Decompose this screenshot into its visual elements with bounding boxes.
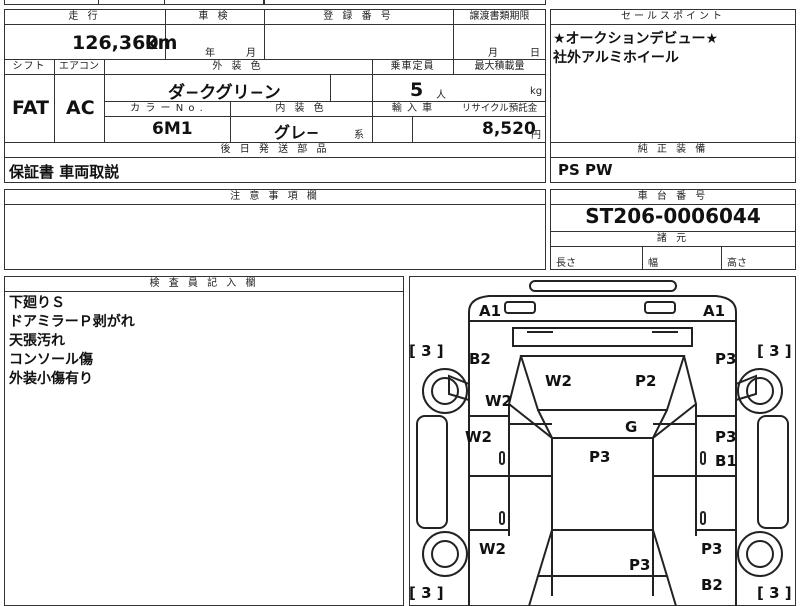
sales-point-item: ★オークションデビュー★ <box>553 31 719 47</box>
mark-roof-panel: P3 <box>589 448 610 466</box>
deadline-header: 譲渡書類期限 <box>469 11 530 22</box>
inspector-header: 検 査 員 記 入 欄 <box>149 278 259 289</box>
exterior-color-value: ダ−クグリ−ン <box>168 83 281 103</box>
mileage-header: 走 行 <box>68 11 101 22</box>
mark-right-rear-door: P3 <box>701 540 722 558</box>
front-left-wheel <box>422 368 468 414</box>
rear-right-wheel <box>737 531 783 577</box>
capacity-value: 5 <box>410 79 424 101</box>
capacity-unit: 人 <box>436 90 446 101</box>
sales-point-header: セールスポイント <box>621 11 725 22</box>
front-bumper <box>529 280 677 292</box>
inspector-note: 天張汚れ <box>9 333 65 349</box>
capacity-header: 乗車定員 <box>390 61 435 72</box>
deadline-month-unit: 月 <box>488 48 498 59</box>
mark-right-front-door-2: B1 <box>715 452 737 470</box>
mark-right-front-door: P3 <box>715 428 736 446</box>
inspector-note: 下廻りＳ <box>9 295 65 311</box>
mark-front-left: A1 <box>479 302 501 320</box>
standard-equipment-value: PS PW <box>558 161 613 179</box>
recycle-value: 8,520 <box>482 119 536 139</box>
right-headlight <box>644 301 676 314</box>
max-load-header: 最大積載量 <box>474 61 525 72</box>
front-right-wheel <box>737 368 783 414</box>
color-no-header: カ ラ ー N o . <box>130 103 204 114</box>
notes-header: 注 意 事 項 欄 <box>230 191 320 202</box>
mark-right-rear-fender: B2 <box>701 576 723 594</box>
inspector-note: ドアミラーＰ剥がれ <box>9 314 135 330</box>
interior-color-header: 内 装 色 <box>275 103 327 114</box>
shift-header: シフト <box>12 61 46 72</box>
mark-left-front-door-window: W2 <box>465 428 492 446</box>
chassis-header: 車 台 番 号 <box>637 191 709 202</box>
interior-suffix: 系 <box>354 130 364 141</box>
length-label: 長さ <box>556 258 576 269</box>
shift-value: FAT <box>12 97 49 119</box>
mark-hood: P2 <box>635 372 656 390</box>
inspector-note: 外装小傷有り <box>9 371 93 387</box>
max-load-unit: kg <box>530 86 543 97</box>
car-diagram: A1 A1 [ 3 ] [ 3 ] B2 P3 W2 P2 W2 W2 G P3… <box>409 280 792 606</box>
mark-windshield: W2 <box>545 372 572 390</box>
rear-left-wheel <box>422 531 468 577</box>
mark-left-front-window: W2 <box>485 392 512 410</box>
inspector-note: コンソール傷 <box>9 352 93 368</box>
standard-equipment-header: 純 正 装 備 <box>637 144 709 155</box>
later-parts-header: 後 日 発 送 部 品 <box>220 144 330 155</box>
mark-roof-glass: G <box>625 418 637 436</box>
sales-point-list: ★オークションデビュー★ 社外アルミホイール <box>553 30 793 68</box>
height-label: 高さ <box>727 258 747 269</box>
chassis-value: ST206-0006044 <box>585 204 761 228</box>
mark-left-front-bracket: [ 3 ] <box>409 342 444 360</box>
recycle-unit: 円 <box>531 130 541 141</box>
top-strip <box>4 0 264 5</box>
sales-point-item: 社外アルミホイール <box>553 50 679 66</box>
mark-front-right: A1 <box>703 302 725 320</box>
inspector-notes-list: 下廻りＳ ドアミラーＰ剥がれ 天張汚れ コンソール傷 外装小傷有り <box>9 294 399 389</box>
mark-trunk: P3 <box>629 556 650 574</box>
width-label: 幅 <box>648 258 658 269</box>
dimensions-header: 諸 元 <box>656 233 690 244</box>
mark-right-front-bracket: [ 3 ] <box>757 342 792 360</box>
interior-color-value: グレ− <box>274 123 320 142</box>
mark-right-rear-bracket: [ 3 ] <box>757 584 792 602</box>
recycle-header: リサイクル預託金 <box>461 103 538 114</box>
color-no-value: 6M1 <box>152 119 193 139</box>
later-parts-value: 保証書 車両取説 <box>9 163 120 181</box>
left-headlight <box>504 301 536 314</box>
top-strip-right <box>264 0 546 5</box>
inspection-year-unit: 年 <box>205 48 215 59</box>
inspection-header: 車 検 <box>198 11 231 22</box>
registration-header: 登 録 番 号 <box>323 11 394 22</box>
mark-left-front-fender: B2 <box>469 350 491 368</box>
deadline-day-unit: 日 <box>530 48 540 59</box>
mark-left-rear-window: W2 <box>479 540 506 558</box>
inspection-month-unit: 月 <box>246 48 256 59</box>
exterior-color-header: 外 装 色 <box>212 61 264 72</box>
mark-left-rear-bracket: [ 3 ] <box>409 584 444 602</box>
aircon-value: AC <box>66 97 95 119</box>
mark-right-front-fender: P3 <box>715 350 736 368</box>
import-header: 輸 入 車 <box>391 103 434 114</box>
mileage-unit: km <box>145 32 178 54</box>
aircon-header: エアコン <box>59 61 99 72</box>
